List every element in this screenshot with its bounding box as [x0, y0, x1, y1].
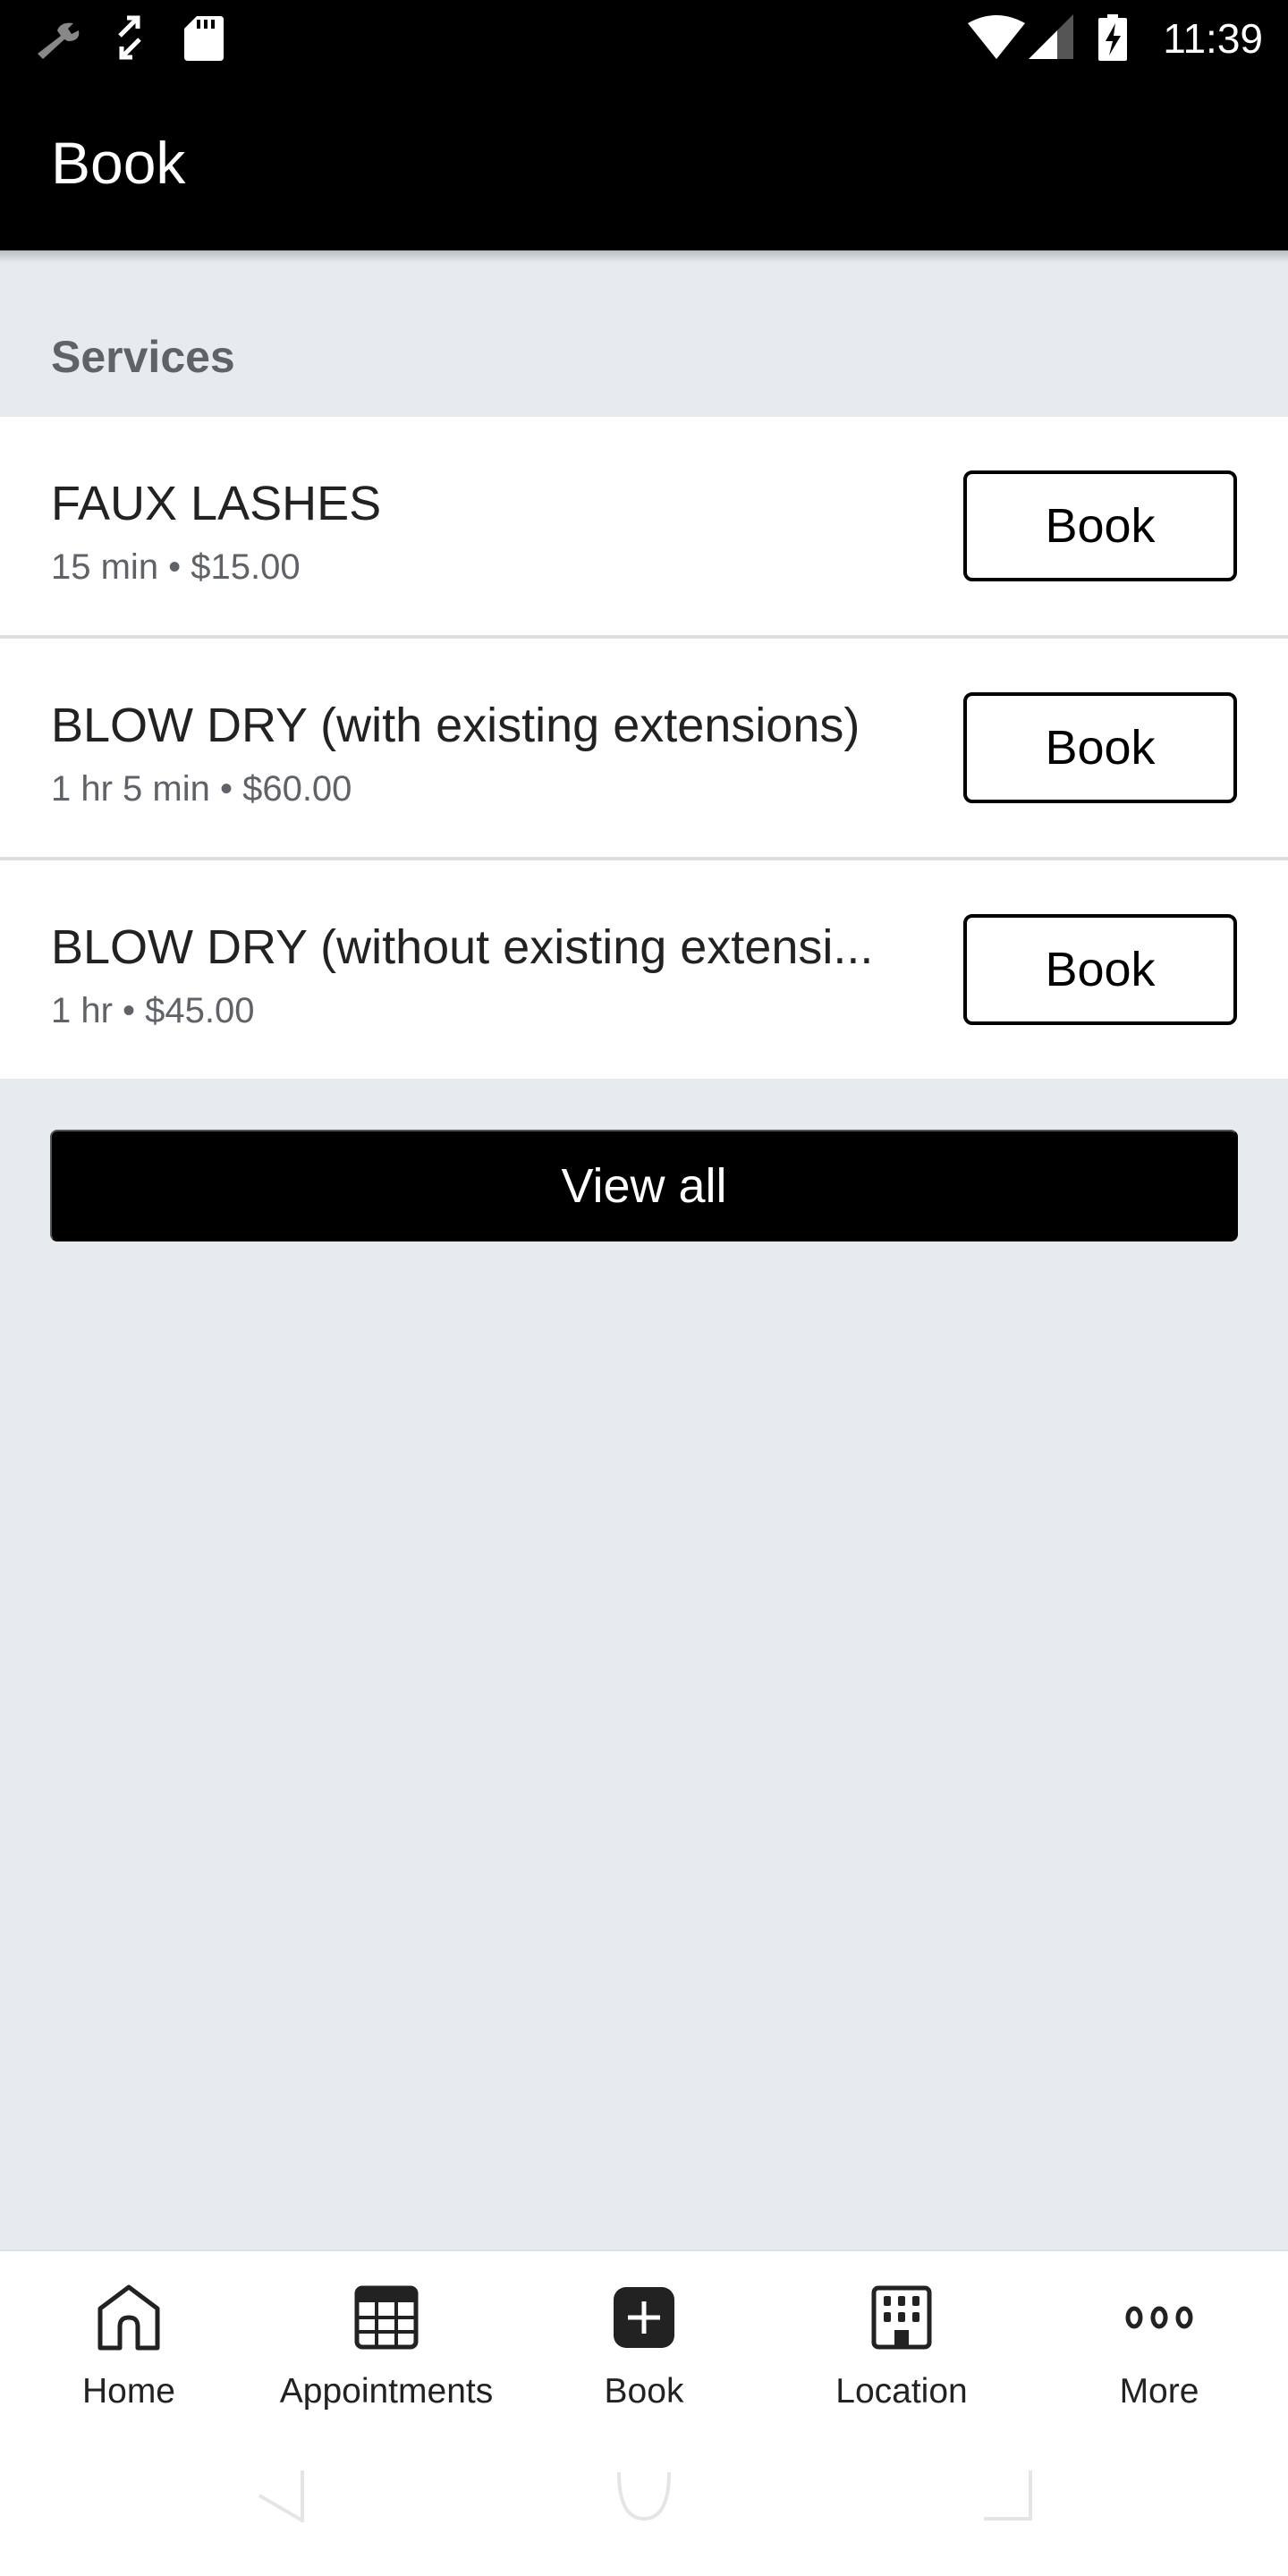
service-row: FAUX LASHES 15 min • $15.00 Book: [0, 417, 1288, 639]
recents-button[interactable]: [980, 2469, 1034, 2526]
nav-label: More: [1119, 2372, 1199, 2411]
book-button[interactable]: Book: [963, 692, 1237, 803]
system-navigation-bar: [0, 2451, 1288, 2576]
sync-arrows-icon: [114, 14, 145, 61]
app-header: Book: [0, 80, 1288, 250]
plus-square-icon: [610, 2284, 678, 2351]
sd-card-icon: [184, 14, 224, 61]
cell-signal-icon: [1029, 14, 1073, 61]
nav-label: Location: [835, 2372, 968, 2411]
nav-label: Appointments: [279, 2372, 494, 2411]
header-shadow: [0, 250, 1288, 263]
status-time: 11:39: [1163, 15, 1263, 62]
view-all-button[interactable]: View all: [50, 1130, 1238, 1241]
service-name: BLOW DRY (without existing extensi...: [51, 920, 874, 974]
service-list: FAUX LASHES 15 min • $15.00 Book BLOW DR…: [0, 417, 1288, 1079]
nav-label: Book: [604, 2372, 684, 2411]
home-button[interactable]: [615, 2469, 673, 2526]
section-title: Services: [51, 332, 235, 382]
service-name: BLOW DRY (with existing extensions): [51, 699, 860, 752]
service-row: BLOW DRY (with existing extensions) 1 hr…: [0, 639, 1288, 860]
more-dots-icon: [1125, 2284, 1193, 2351]
building-icon: [868, 2284, 936, 2351]
service-meta: 1 hr • $45.00: [51, 991, 255, 1030]
services-section-header: Services: [0, 250, 1288, 417]
service-row: BLOW DRY (without existing extensi... 1 …: [0, 860, 1288, 1079]
status-bar: 11:39: [0, 0, 1288, 80]
battery-charging-icon: [1098, 14, 1127, 61]
nav-item-book[interactable]: Book: [515, 2251, 773, 2430]
service-name: FAUX LASHES: [51, 477, 382, 530]
wifi-icon: [968, 14, 1025, 61]
wrench-icon: [30, 14, 84, 61]
service-meta: 1 hr 5 min • $60.00: [51, 769, 352, 809]
nav-item-location[interactable]: Location: [773, 2251, 1030, 2430]
home-icon: [95, 2284, 163, 2351]
back-button[interactable]: [256, 2469, 306, 2526]
page-title: Book: [51, 130, 186, 196]
calendar-grid-icon: [352, 2284, 420, 2351]
nav-item-more[interactable]: More: [1030, 2251, 1288, 2430]
book-button[interactable]: Book: [963, 914, 1237, 1025]
nav-item-appointments[interactable]: Appointments: [258, 2251, 515, 2430]
nav-item-home[interactable]: Home: [0, 2251, 258, 2430]
nav-label: Home: [81, 2372, 176, 2411]
service-meta: 15 min • $15.00: [51, 547, 301, 587]
book-button[interactable]: Book: [963, 470, 1237, 581]
